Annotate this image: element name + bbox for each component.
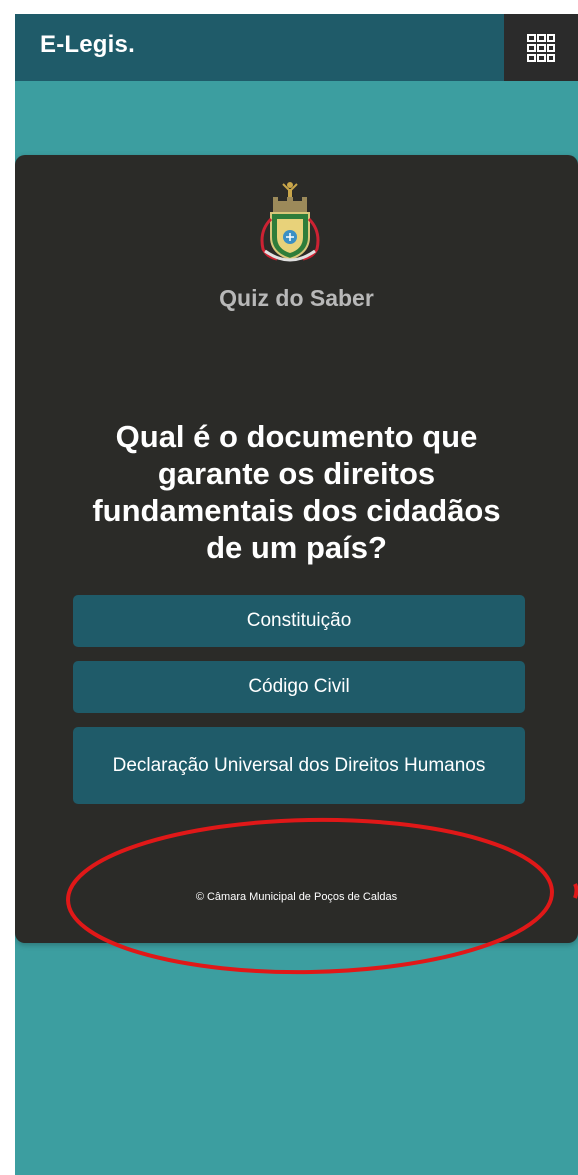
question-text: Qual é o documento que garante os direit… [92,419,501,565]
footer-copyright: © Câmara Municipal de Poços de Caldas [195,891,398,903]
top-navbar: E-Legis. [15,14,578,81]
brand-logo[interactable]: E-Legis. [40,31,135,59]
apps-menu-button[interactable] [504,14,578,81]
app-viewport: E-Legis. Quiz do Saber Qual é o document… [15,14,578,1175]
quiz-card: Quiz do Saber Qual é o documento que gar… [15,155,578,943]
answer-option-declaracao[interactable]: Declaração Universal dos Direitos Humano… [73,727,525,804]
coat-of-arms-icon [260,182,320,262]
answer-option-codigo-civil[interactable]: Código Civil [73,661,525,713]
grid-icon [527,33,555,62]
answer-option-constituicao[interactable]: Constituição [73,595,525,647]
quiz-title: Quiz do Saber [219,285,374,311]
